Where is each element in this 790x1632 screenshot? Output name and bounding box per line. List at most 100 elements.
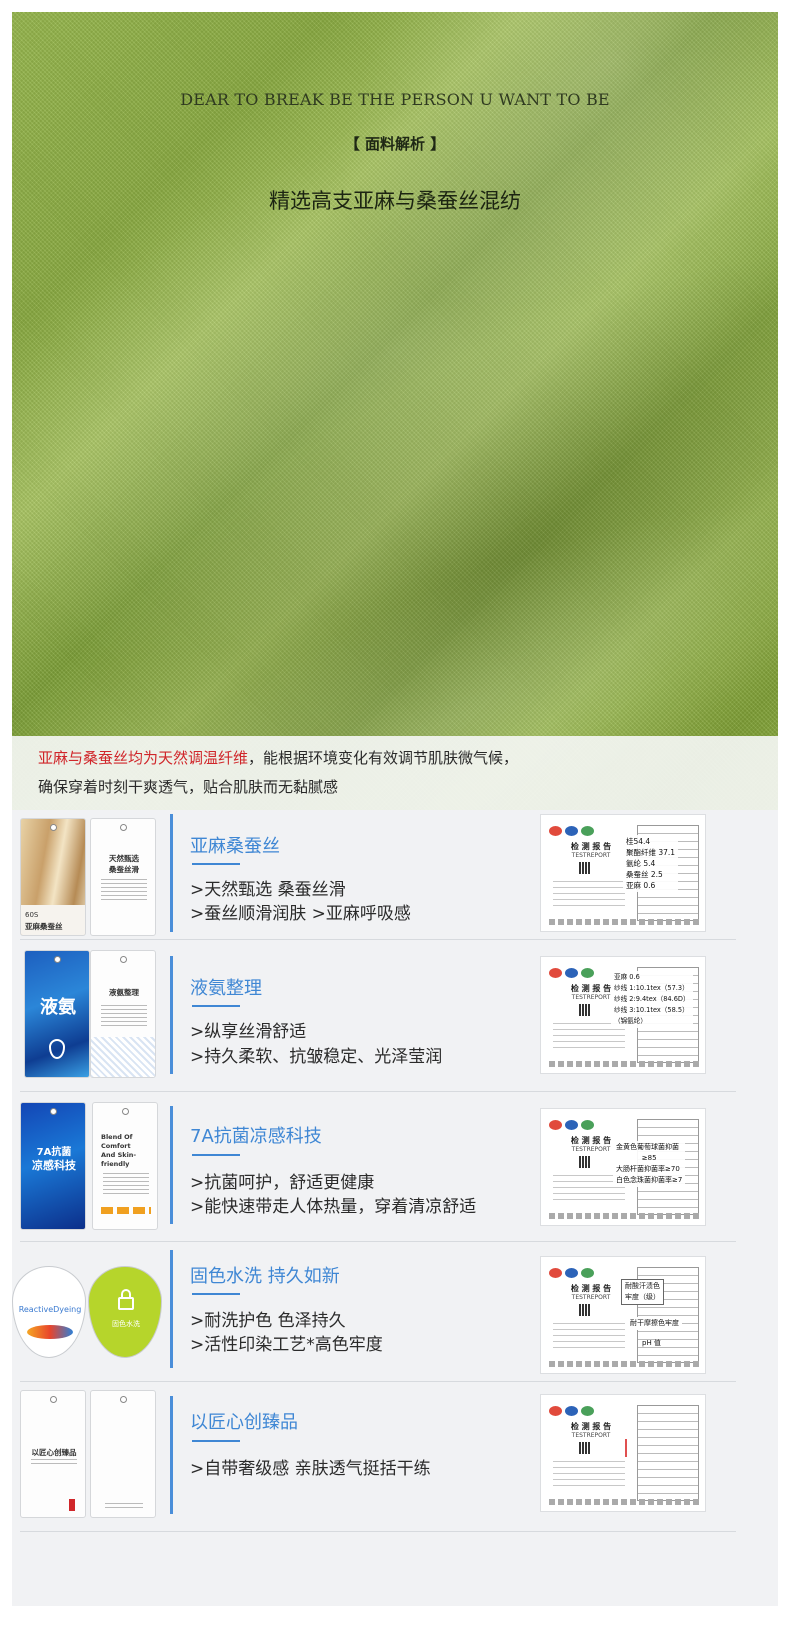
hangtag-hole <box>120 956 127 963</box>
title-underline <box>192 1154 240 1156</box>
hangtag-text: 凉感科技 <box>32 1159 76 1172</box>
feature-row: ReactiveDyeing 固色水洗 固色水洗 持久如新 >耐洗护色 色泽持久… <box>12 1242 778 1382</box>
hangtag-text: 天然甄选 <box>109 854 139 863</box>
hangtag-front: 以匠心创臻品 <box>20 1390 86 1518</box>
test-report-image: 检 测 报 告 TESTREPORT <box>540 1394 706 1512</box>
report-title: 检 测 报 告 <box>570 842 612 851</box>
report-fine-print <box>553 1461 625 1491</box>
report-subtitle: TESTREPORT <box>571 1432 611 1439</box>
report-value: 纱线 2:9.4tex（84.6D） <box>614 995 690 1003</box>
hero-tagline: DEAR TO BREAK BE THE PERSON U WANT TO BE <box>180 90 610 109</box>
hangtag-fine-print <box>101 879 147 901</box>
intro-highlight: 亚麻与桑蚕丝均为天然调温纤维 <box>38 749 249 767</box>
test-report-image: 检 测 报 告 TESTREPORT 亚麻 0.6 纱线 1:10.1tex（5… <box>540 956 706 1074</box>
report-value: 金黄色葡萄球菌抑菌 <box>616 1143 679 1151</box>
report-value: 耐干摩擦色牢度 <box>630 1319 679 1327</box>
feature-line: >活性印染工艺*高色牢度 <box>190 1335 383 1355</box>
feature-title: 固色水洗 持久如新 <box>190 1266 340 1287</box>
hangtag-hole <box>50 1396 57 1403</box>
mesh-pattern <box>91 1037 155 1077</box>
hangtag-fine-print <box>31 1459 77 1464</box>
report-value: 亚麻 0.6 <box>614 973 640 981</box>
qr-code-icon <box>579 1004 591 1016</box>
report-callout: pH 值 <box>639 1337 664 1350</box>
report-value: 氨纶 5.4 <box>626 859 656 868</box>
report-title: 检 测 报 告 <box>570 1422 612 1431</box>
hangtag-fine-print <box>103 1173 149 1195</box>
hangtag-back: 天然甄选 桑蚕丝滑 <box>90 818 156 936</box>
report-callout: 耐酸汗渍色 牢度（级） <box>621 1279 664 1305</box>
hangtag-front: 60S 亚麻桑蚕丝 <box>20 818 86 936</box>
hangtag-fine-print <box>101 1005 147 1027</box>
hangtag-fine-print <box>105 1503 143 1508</box>
hangtag-text: 固色水洗 <box>112 1320 140 1328</box>
report-value: 大肠杆菌抑菌率≥70 <box>616 1165 680 1173</box>
cert-logos <box>549 1115 613 1130</box>
hangtag-hole <box>50 824 57 831</box>
hangtag-drop-white: ReactiveDyeing <box>12 1266 86 1358</box>
qr-code-icon <box>579 1304 591 1316</box>
feature-chips <box>101 1207 151 1214</box>
report-values: 桂54.4 聚酯纤维 37.1 氨纶 5.4 桑蚕丝 2.5 亚麻 0.6 <box>623 835 679 892</box>
hangtag-hole <box>120 824 127 831</box>
report-value: 耐酸汗渍色 <box>625 1282 660 1290</box>
accent-divider <box>170 1396 173 1514</box>
accent-divider <box>170 814 173 932</box>
feature-row: 液氨 液氨整理 液氨整理 >纵享丝滑舒适 >持久柔软、抗皱稳定、光泽莹润 检 测… <box>12 940 778 1092</box>
accent-divider <box>170 1250 173 1368</box>
report-footer <box>549 1361 699 1367</box>
hangtag-hole <box>122 1108 129 1115</box>
title-underline <box>192 1005 240 1007</box>
report-value: 纱线 1:10.1tex（57.3） <box>614 984 689 992</box>
water-drop-icon <box>49 1039 65 1059</box>
qr-code-icon <box>579 1156 591 1168</box>
hangtag-hole <box>120 1396 127 1403</box>
hangtag-back: Blend Of Comfort And Skin-friendly <box>92 1102 158 1230</box>
hangtag-text: 60S <box>25 911 39 919</box>
section-label: 【 面料解析 】 <box>344 135 446 153</box>
feature-line: >持久柔软、抗皱稳定、光泽莹润 <box>190 1047 443 1067</box>
report-footer <box>549 1213 699 1219</box>
feature-title: 液氨整理 <box>190 978 262 999</box>
report-subtitle: TESTREPORT <box>571 1294 611 1301</box>
lock-shackle <box>121 1289 131 1299</box>
report-value: 聚酯纤维 37.1 <box>626 848 676 857</box>
title-underline <box>192 1293 240 1295</box>
feature-title: 以匠心创臻品 <box>190 1412 298 1433</box>
intro-line-2: 确保穿着时刻干爽透气，贴合肌肤而无黏腻感 <box>38 778 339 796</box>
test-report-image: 检 测 报 告 TESTREPORT 金黄色葡萄球菌抑菌 ≥85 大肠杆菌抑菌率… <box>540 1108 706 1226</box>
hangtag-back: 液氨整理 <box>90 950 156 1078</box>
color-swoosh <box>27 1325 73 1339</box>
report-value: 白色念珠菌抑菌率≥7 <box>616 1176 683 1184</box>
report-value: 纱线 3:10.1tex（58.5） <box>614 1006 689 1014</box>
accent-divider <box>170 1106 173 1224</box>
report-value: pH 值 <box>642 1339 661 1347</box>
title-underline <box>192 863 240 865</box>
feature-list: 60S 亚麻桑蚕丝 天然甄选 桑蚕丝滑 亚麻桑蚕丝 >天然甄选 桑蚕丝滑 >蚕丝… <box>12 810 778 1606</box>
feature-line: >蚕丝顺滑润肤 >亚麻呼吸感 <box>190 904 411 924</box>
intro-line-1-rest: ，能根据环境变化有效调节肌肤微气候， <box>248 749 519 767</box>
cert-logos <box>549 821 613 836</box>
hangtag-text: 以匠心创臻品 <box>31 1448 77 1457</box>
intro-line-1: 亚麻与桑蚕丝均为天然调温纤维，能根据环境变化有效调节肌肤微气候， <box>38 744 752 773</box>
qr-code-icon <box>579 1442 591 1454</box>
intro-description: 亚麻与桑蚕丝均为天然调温纤维，能根据环境变化有效调节肌肤微气候， 确保穿着时刻干… <box>12 736 778 810</box>
hangtag-text: 7A抗菌 <box>36 1147 72 1158</box>
hangtag-text: 液氨整理 <box>109 988 139 997</box>
feature-line: >纵享丝滑舒适 <box>190 1022 307 1042</box>
pen-mark <box>625 1439 627 1457</box>
report-value: 桑蚕丝 2.5 <box>626 870 663 879</box>
qr-code-icon <box>579 862 591 874</box>
report-footer <box>549 919 699 925</box>
product-detail-page: DEAR TO BREAK BE THE PERSON U WANT TO BE… <box>0 0 790 1632</box>
report-values: 亚麻 0.6 纱线 1:10.1tex（57.3） 纱线 2:9.4tex（84… <box>611 971 693 1028</box>
feature-line: >能快速带走人体热量，穿着清凉舒适 <box>190 1197 477 1217</box>
hangtag-text: 液氨 <box>40 997 76 1018</box>
hangtag-text: ReactiveDyeing <box>18 1305 82 1314</box>
test-report-image: 检 测 报 告 TESTREPORT 耐酸汗渍色 牢度（级） 耐干摩擦色牢度 p… <box>540 1256 706 1374</box>
hangtag-drop-green: 固色水洗 <box>88 1266 162 1358</box>
feature-line: >自带奢级感 亲肤透气挺括干练 <box>190 1459 431 1479</box>
report-title: 检 测 报 告 <box>570 1284 612 1293</box>
feature-row: 以匠心创臻品 以匠心创臻品 >自带奢级感 亲肤透气挺括干练 检 测 报 告 TE… <box>12 1382 778 1532</box>
report-callout: 耐干摩擦色牢度 <box>627 1317 682 1330</box>
